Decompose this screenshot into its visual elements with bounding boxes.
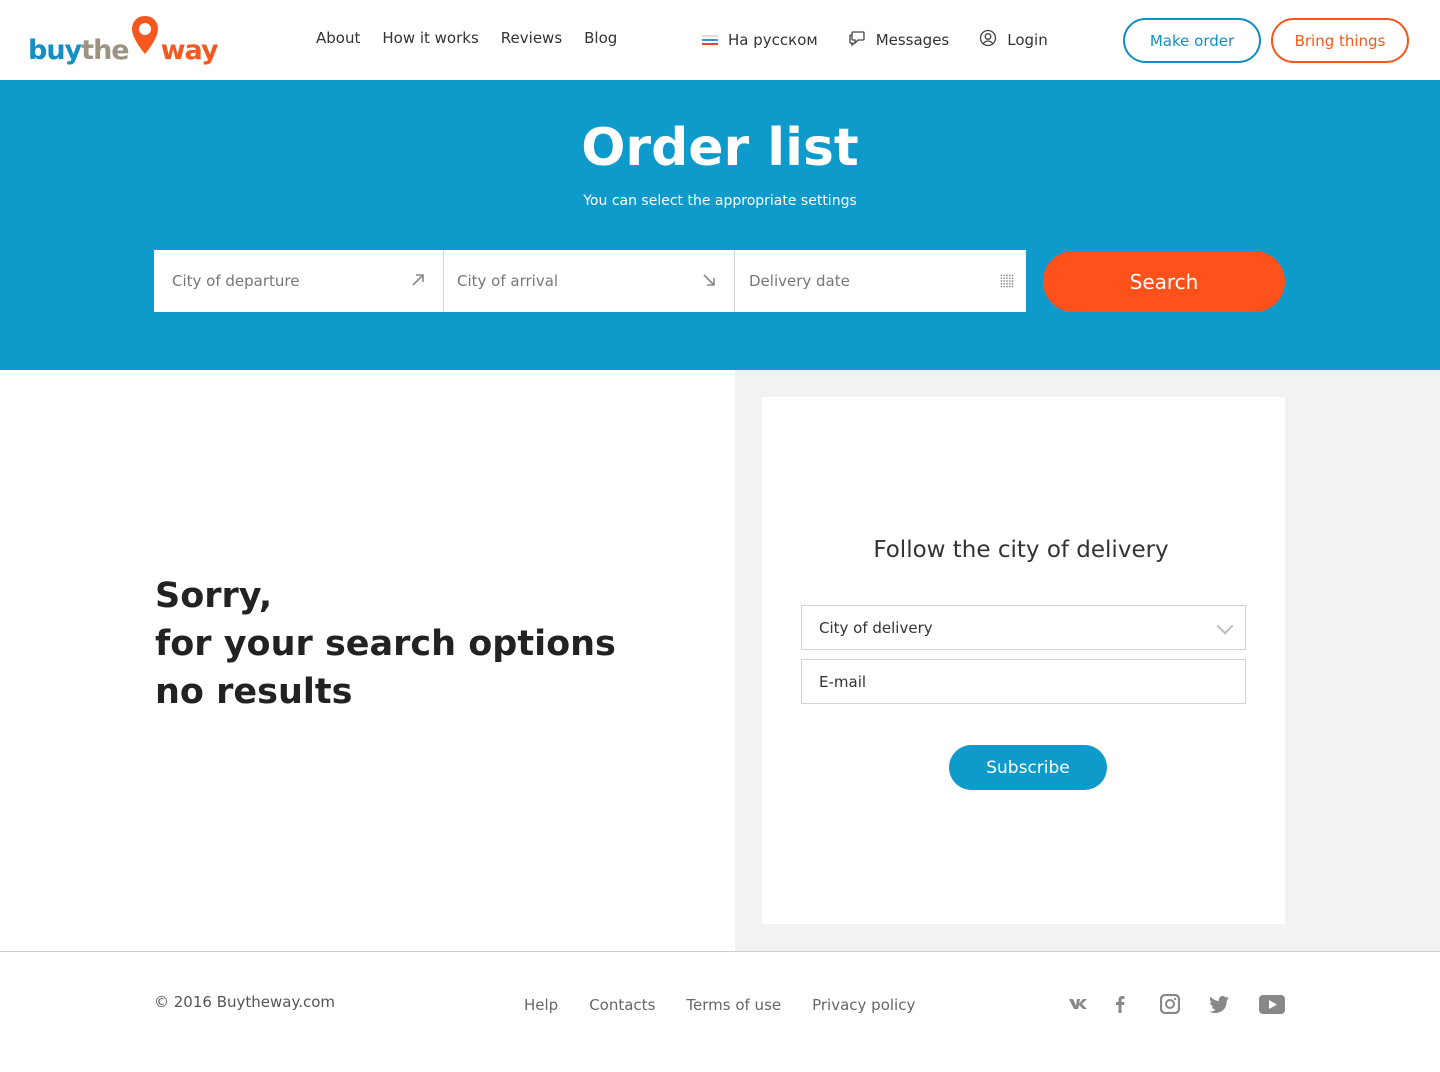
footer-link-terms[interactable]: Terms of use <box>686 996 781 1014</box>
language-label: На русском <box>728 31 818 49</box>
chevron-down-icon <box>1216 617 1234 635</box>
search-button[interactable]: Search <box>1043 251 1285 312</box>
messages-link[interactable]: Messages <box>848 29 950 51</box>
footer-link-help[interactable]: Help <box>524 996 558 1014</box>
youtube-icon[interactable] <box>1259 994 1285 1014</box>
footer-links: Help Contacts Terms of use Privacy polic… <box>524 996 915 1014</box>
no-results-message: Sorry, for your search options no result… <box>155 572 616 716</box>
make-order-button[interactable]: Make order <box>1123 18 1261 63</box>
no-results-line-1: Sorry, <box>155 576 273 616</box>
map-pin-icon <box>130 14 160 60</box>
page-subtitle: You can select the appropriate settings <box>583 193 857 209</box>
arrival-placeholder: City of arrival <box>457 272 559 290</box>
hero-section: Order list You can select the appropriat… <box>0 80 1440 370</box>
departure-city-input[interactable]: City of departure <box>154 250 444 312</box>
page-title: Order list <box>581 118 859 178</box>
subscribe-panel: Follow the city of delivery City of deli… <box>735 370 1440 951</box>
vk-icon[interactable] <box>1068 997 1090 1011</box>
instagram-icon[interactable] <box>1160 994 1180 1014</box>
logo-the: the <box>81 35 129 66</box>
departure-placeholder: City of departure <box>172 272 300 290</box>
logo-way: way <box>160 35 219 66</box>
site-header: buy the way About How it works Reviews B… <box>0 0 1440 80</box>
site-footer: © 2016 Buytheway.com Help Contacts Terms… <box>0 951 1440 1072</box>
no-results-line-3: no results <box>155 672 353 712</box>
subscribe-button[interactable]: Subscribe <box>949 745 1107 790</box>
main-nav: About How it works Reviews Blog <box>316 29 617 47</box>
language-switch[interactable]: На русском <box>702 31 818 49</box>
copyright: © 2016 Buytheway.com <box>154 993 336 1011</box>
login-label: Login <box>1007 31 1048 49</box>
logo[interactable]: buy the way <box>28 14 219 66</box>
russian-flag-icon <box>702 35 718 45</box>
nav-about[interactable]: About <box>316 29 360 47</box>
email-placeholder: E-mail <box>819 672 867 691</box>
nav-reviews[interactable]: Reviews <box>501 29 562 47</box>
arrow-up-right-icon <box>411 272 425 291</box>
results-panel: Sorry, for your search options no result… <box>0 370 735 951</box>
arrow-down-right-icon <box>702 272 716 291</box>
login-link[interactable]: Login <box>979 29 1048 51</box>
utility-nav: На русском Messages Login <box>702 29 1078 51</box>
city-select-value: City of delivery <box>819 618 933 637</box>
facebook-icon[interactable] <box>1114 995 1126 1013</box>
footer-link-contacts[interactable]: Contacts <box>589 996 655 1014</box>
footer-link-privacy[interactable]: Privacy policy <box>812 996 915 1014</box>
user-icon <box>979 29 997 51</box>
calendar-grid-icon[interactable] <box>1000 274 1014 288</box>
date-placeholder: Delivery date <box>749 272 850 290</box>
messages-label: Messages <box>875 31 950 49</box>
no-results-line-2: for your search options <box>155 624 616 664</box>
subscribe-card: Follow the city of delivery City of deli… <box>762 397 1285 924</box>
subscribe-title: Follow the city of delivery <box>873 537 1169 563</box>
delivery-date-input[interactable]: Delivery date <box>735 250 1026 312</box>
chat-bubbles-icon <box>848 29 866 51</box>
city-of-delivery-select[interactable]: City of delivery <box>801 605 1246 650</box>
twitter-icon[interactable] <box>1209 995 1229 1013</box>
arrival-city-input[interactable]: City of arrival <box>444 250 735 312</box>
logo-buy: buy <box>28 35 82 66</box>
bring-things-button[interactable]: Bring things <box>1271 18 1409 63</box>
email-field[interactable]: E-mail <box>801 659 1246 704</box>
search-form: City of departure City of arrival Delive… <box>154 250 1026 312</box>
social-links <box>1068 994 1285 1014</box>
nav-blog[interactable]: Blog <box>584 29 617 47</box>
nav-how-it-works[interactable]: How it works <box>382 29 478 47</box>
